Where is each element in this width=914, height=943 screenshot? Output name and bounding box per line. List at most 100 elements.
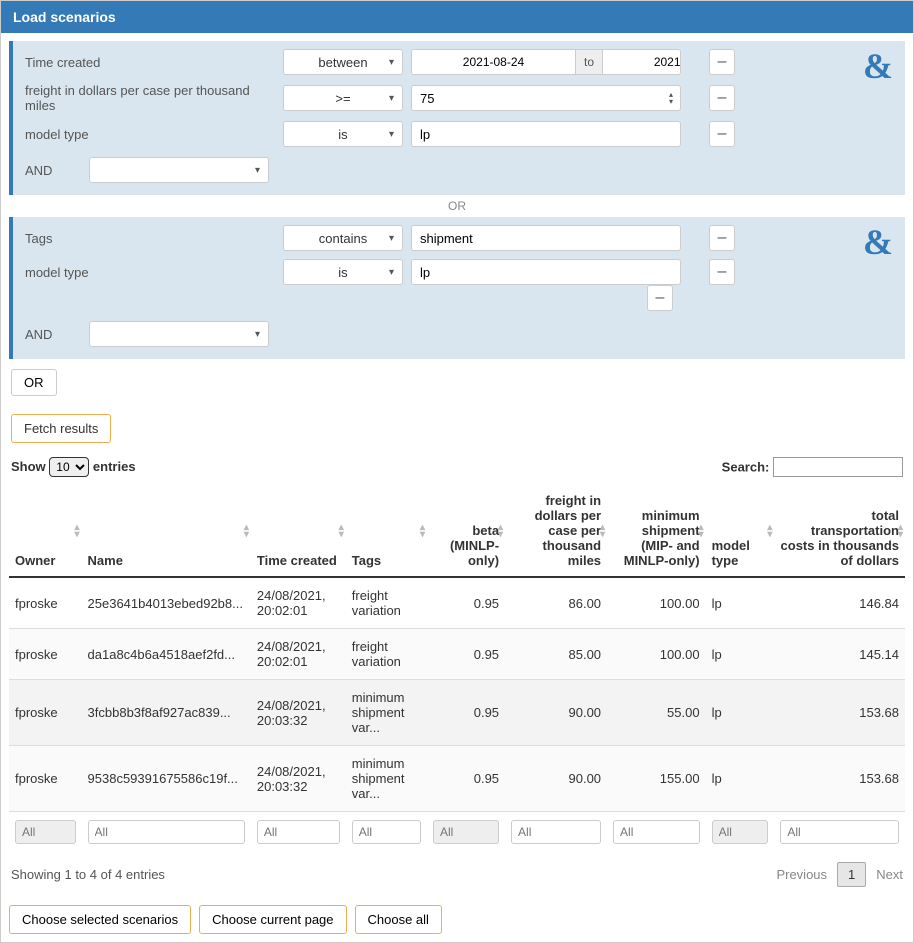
remove-filter-button[interactable]: – — [709, 259, 735, 285]
remove-group-row: – — [25, 285, 893, 311]
col-freight[interactable]: freight in dollars per case per thousand… — [505, 485, 607, 577]
number-spinner[interactable]: ▴▾ — [662, 91, 680, 105]
col-cost[interactable]: total transportation costs in thousands … — [774, 485, 905, 577]
date-to-input[interactable] — [603, 50, 681, 74]
show-label: Show — [11, 459, 46, 474]
cell-freight: 90.00 — [505, 680, 607, 746]
minus-icon: – — [718, 229, 727, 247]
filter-group-2: & Tags contains ▾ – model type is ▾ – — [9, 217, 905, 359]
value-input[interactable] — [411, 259, 681, 285]
operator-value: >= — [335, 91, 350, 106]
cell-beta: 0.95 — [427, 577, 505, 629]
cell-name: 3fcbb8b3f8af927ac839... — [82, 680, 251, 746]
table-info: Showing 1 to 4 of 4 entries — [11, 867, 165, 882]
choose-selected-button[interactable]: Choose selected scenarios — [9, 905, 191, 934]
sort-icon: ▴▾ — [244, 524, 249, 538]
cell-owner: fproske — [9, 680, 82, 746]
col-time[interactable]: Time created▴▾ — [251, 485, 346, 577]
cell-cost: 146.84 — [774, 577, 905, 629]
date-from-input[interactable] — [412, 50, 575, 74]
remove-filter-button[interactable]: – — [709, 225, 735, 251]
cell-owner: fproske — [9, 746, 82, 812]
cell-owner: fproske — [9, 577, 82, 629]
chevron-down-icon: ▾ — [389, 129, 394, 140]
chevron-down-icon: ▾ — [389, 93, 394, 104]
table-controls: Show 10 entries Search: — [9, 457, 905, 477]
column-filter-input — [433, 820, 499, 844]
column-filter-minship — [607, 812, 706, 853]
value-input[interactable] — [411, 121, 681, 147]
filter-row-time-created: Time created between ▾ to – — [25, 49, 893, 75]
column-filter-input[interactable] — [88, 820, 245, 844]
and-field-select[interactable]: ▾ — [89, 321, 269, 347]
table-row[interactable]: fproskeda1a8c4b6a4518aef2fd...24/08/2021… — [9, 629, 905, 680]
load-scenarios-panel: Load scenarios & Time created between ▾ … — [0, 0, 914, 943]
pager-next[interactable]: Next — [876, 867, 903, 882]
cell-minship: 100.00 — [607, 577, 706, 629]
minus-icon: – — [718, 89, 727, 107]
cell-freight: 90.00 — [505, 746, 607, 812]
and-label: AND — [25, 327, 77, 342]
table-row[interactable]: fproske25e3641b4013ebed92b8...24/08/2021… — [9, 577, 905, 629]
minus-icon: – — [718, 125, 727, 143]
column-filter-freight — [505, 812, 607, 853]
table-row[interactable]: fproske9538c59391675586c19f...24/08/2021… — [9, 746, 905, 812]
column-filter-input[interactable] — [352, 820, 421, 844]
pager-page-1[interactable]: 1 — [837, 862, 866, 887]
col-beta[interactable]: beta (MINLP-only)▴▾ — [427, 485, 505, 577]
col-tags[interactable]: Tags▴▾ — [346, 485, 427, 577]
remove-filter-button[interactable]: – — [709, 121, 735, 147]
operator-select[interactable]: contains ▾ — [283, 225, 403, 251]
sort-icon: ▴▾ — [767, 524, 772, 538]
cell-tags: freight variation — [346, 577, 427, 629]
value-input[interactable] — [411, 225, 681, 251]
col-mtype[interactable]: model type▴▾ — [706, 485, 775, 577]
search-label: Search: — [722, 460, 770, 475]
col-owner[interactable]: Owner▴▾ — [9, 485, 82, 577]
column-filter-input[interactable] — [511, 820, 601, 844]
operator-value: is — [338, 127, 347, 142]
cell-cost: 145.14 — [774, 629, 905, 680]
column-filter-input[interactable] — [780, 820, 899, 844]
operator-select[interactable]: is ▾ — [283, 121, 403, 147]
pager-previous[interactable]: Previous — [776, 867, 827, 882]
remove-group-button[interactable]: – — [647, 285, 673, 311]
number-input-wrap: ▴▾ — [411, 85, 681, 111]
operator-select[interactable]: between ▾ — [283, 49, 403, 75]
table-body: fproske25e3641b4013ebed92b8...24/08/2021… — [9, 577, 905, 812]
cell-minship: 100.00 — [607, 629, 706, 680]
entries-select[interactable]: 10 — [49, 457, 89, 477]
choose-buttons: Choose selected scenarios Choose current… — [9, 905, 905, 934]
remove-filter-button[interactable]: – — [709, 49, 735, 75]
and-field-select[interactable]: ▾ — [89, 157, 269, 183]
operator-select[interactable]: is ▾ — [283, 259, 403, 285]
cell-beta: 0.95 — [427, 746, 505, 812]
chevron-down-icon: ▾ — [389, 233, 394, 244]
minus-icon: – — [718, 53, 727, 71]
choose-all-button[interactable]: Choose all — [355, 905, 442, 934]
fetch-results-button[interactable]: Fetch results — [11, 414, 111, 443]
filter-group-1: & Time created between ▾ to – freight in… — [9, 41, 905, 195]
sort-icon: ▴▾ — [699, 524, 704, 538]
col-minship[interactable]: minimum shipment (MIP- and MINLP-only)▴▾ — [607, 485, 706, 577]
col-name[interactable]: Name▴▾ — [82, 485, 251, 577]
column-filter-input[interactable] — [257, 820, 340, 844]
search-input[interactable] — [773, 457, 903, 477]
filter-row-model-type: model type is ▾ – — [25, 121, 893, 147]
minus-icon: – — [718, 263, 727, 281]
choose-current-page-button[interactable]: Choose current page — [199, 905, 346, 934]
operator-select[interactable]: >= ▾ — [283, 85, 403, 111]
add-and-row: AND ▾ — [25, 321, 893, 347]
cell-name: da1a8c4b6a4518aef2fd... — [82, 629, 251, 680]
filter-label: Time created — [25, 55, 275, 70]
operator-value: is — [338, 265, 347, 280]
remove-filter-button[interactable]: – — [709, 85, 735, 111]
number-input[interactable] — [412, 91, 662, 106]
filter-label: model type — [25, 265, 275, 280]
add-or-button[interactable]: OR — [11, 369, 57, 396]
filter-row-tags: Tags contains ▾ – — [25, 225, 893, 251]
sort-icon: ▴▾ — [600, 524, 605, 538]
column-filter-input[interactable] — [613, 820, 700, 844]
table-row[interactable]: fproske3fcbb8b3f8af927ac839...24/08/2021… — [9, 680, 905, 746]
operator-value: contains — [319, 231, 367, 246]
